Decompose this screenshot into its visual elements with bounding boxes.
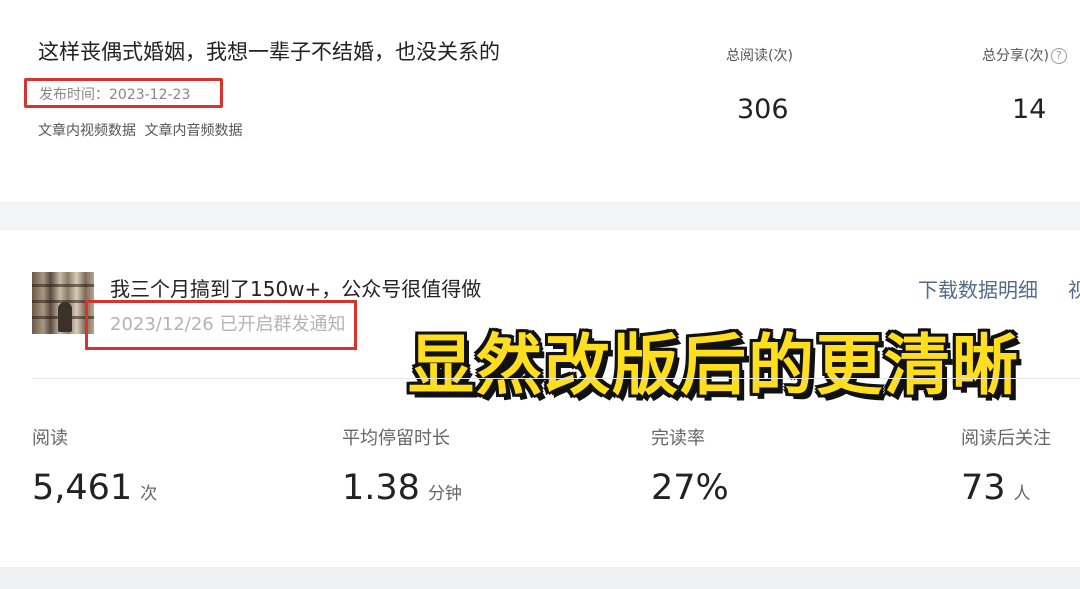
download-data-link[interactable]: 下载数据明细	[918, 274, 1038, 303]
metric-unit-follows: 人	[1013, 484, 1031, 504]
article-title[interactable]: 这样丧偶式婚姻，我想一辈子不结婚，也没关系的	[38, 36, 500, 66]
metric-label-avg-stay: 平均停留时长	[342, 428, 450, 449]
total-shares-label-text: 总分享(次)	[982, 48, 1049, 64]
overlay-caption: 显然改版后的更清晰	[408, 327, 1020, 404]
metric-label-reads: 阅读	[32, 428, 68, 449]
metric-unit-reads: 次	[140, 484, 158, 504]
total-reads-value: 306	[737, 94, 789, 125]
metric-value-avg-stay: 1.38	[342, 468, 420, 508]
help-icon[interactable]: ?	[1050, 48, 1067, 64]
publish-time: 发布时间：2023-12-23	[39, 87, 191, 103]
video-data-link[interactable]: 文章内视频数据	[38, 123, 136, 139]
metric-reads: 5,461 次	[32, 468, 157, 508]
metric-value-reads: 5,461	[32, 468, 133, 508]
metric-value-follows: 73	[961, 468, 1006, 508]
metric-label-follows: 阅读后关注	[961, 428, 1051, 449]
metric-follows: 73 人	[961, 468, 1031, 508]
bottom-strip	[0, 567, 1080, 589]
audio-data-link[interactable]: 文章内音频数据	[144, 123, 242, 139]
metric-completion: 27%	[651, 468, 729, 508]
divider	[32, 378, 1080, 379]
top-article-card: 这样丧偶式婚姻，我想一辈子不结婚，也没关系的 发布时间：2023-12-23 文…	[0, 0, 1080, 202]
total-reads-label: 总阅读(次)	[726, 48, 793, 64]
total-shares-label: 总分享(次)?	[982, 45, 1067, 65]
publish-date: 2023/12/26 已开启群发通知	[110, 314, 346, 335]
article-title-2[interactable]: 我三个月搞到了150w+，公众号很值得做	[110, 273, 481, 302]
total-shares-value: 14	[1012, 94, 1047, 125]
article-data-links: 文章内视频数据 文章内音频数据	[38, 120, 246, 140]
metric-unit-avg-stay: 分钟	[427, 484, 462, 504]
metric-avg-stay: 1.38 分钟	[342, 468, 462, 508]
metric-label-completion: 完读率	[651, 428, 705, 449]
article-stats-card: 我三个月搞到了150w+，公众号很值得做 2023/12/26 已开启群发通知 …	[0, 230, 1080, 567]
metric-value-completion: 27%	[651, 468, 729, 508]
view-link[interactable]: 视	[1068, 274, 1080, 303]
publish-time-highlight: 发布时间：2023-12-23	[24, 78, 223, 108]
